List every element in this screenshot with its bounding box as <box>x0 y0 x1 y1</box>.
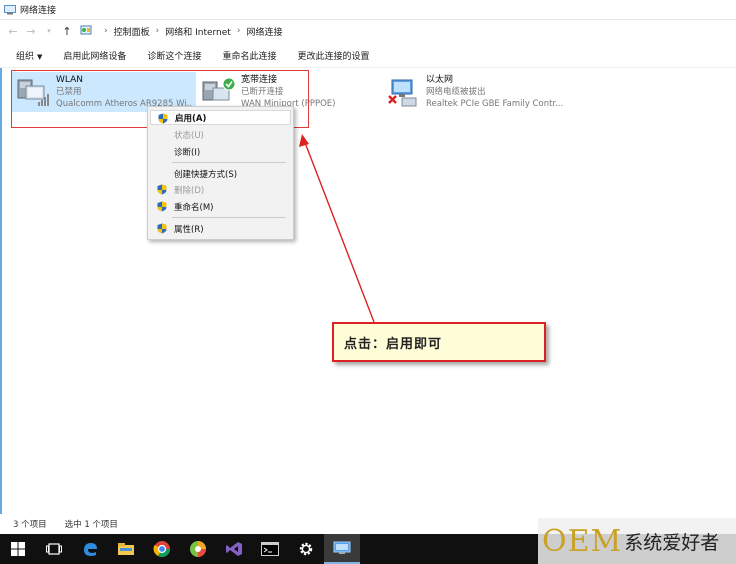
uac-shield-icon <box>158 113 168 124</box>
connection-device: Realtek PCIe GBE Family Contr... <box>426 99 564 109</box>
menu-item-label: 诊断(I) <box>174 147 201 158</box>
diagnose-connection-button[interactable]: 诊断这个连接 <box>147 49 201 62</box>
organize-label: 组织 <box>16 52 35 62</box>
taskbar-cmd-button[interactable] <box>252 534 288 564</box>
selected-count: 选中 1 个项目 <box>64 520 118 530</box>
dropdown-arrow-icon[interactable]: ▾ <box>42 27 56 35</box>
breadcrumb-network-connections[interactable]: 网络连接 <box>246 25 282 38</box>
command-bar: 组织 ▼ 启用此网络设备 诊断这个连接 重命名此连接 更改此连接的设置 <box>0 44 736 68</box>
uac-shield-icon <box>157 201 167 212</box>
menu-item-rename[interactable]: 重命名(M) <box>150 199 291 214</box>
taskbar-chrome-button[interactable] <box>144 534 180 564</box>
uac-shield-icon <box>157 184 167 195</box>
menu-item-label: 状态(U) <box>174 130 204 141</box>
menu-item-properties[interactable]: 属性(R) <box>150 221 291 236</box>
menu-item-delete[interactable]: 删除(D) <box>150 182 291 197</box>
connection-ethernet[interactable]: 以太网 网络电缆被拔出 Realtek PCIe GBE Family Cont… <box>382 72 582 112</box>
taskbar-visual-studio-button[interactable] <box>216 534 252 564</box>
visual-studio-icon <box>226 542 242 556</box>
windows-logo-icon <box>11 542 25 556</box>
callout-text: 点击：启用即可 <box>344 336 443 352</box>
menu-item-label: 重命名(M) <box>174 202 214 213</box>
gear-icon <box>299 542 313 556</box>
colorful-browser-icon <box>190 541 206 557</box>
context-menu: 启用(A) 状态(U) 诊断(I) 创建快捷方式(S) 删除(D) 重命名(M) <box>147 106 294 240</box>
up-arrow-icon[interactable]: ↑ <box>60 25 74 38</box>
network-connections-icon <box>4 4 16 14</box>
task-view-icon <box>46 543 62 555</box>
window-edge <box>0 68 2 514</box>
rename-connection-button[interactable]: 重命名此连接 <box>222 49 276 62</box>
menu-item-enable[interactable]: 启用(A) <box>150 110 291 125</box>
menu-item-label: 删除(D) <box>174 185 205 196</box>
edge-browser-icon <box>84 543 97 556</box>
breadcrumb-separator-icon: › <box>155 26 160 36</box>
connection-name: 以太网 <box>426 75 454 85</box>
menu-item-create-shortcut[interactable]: 创建快捷方式(S) <box>150 166 291 181</box>
chrome-browser-icon <box>153 541 171 558</box>
chevron-down-icon: ▼ <box>37 53 43 61</box>
watermark-text: 系统爱好者 <box>624 531 720 554</box>
window-title: 网络连接 <box>20 6 57 16</box>
menu-item-status[interactable]: 状态(U) <box>150 127 291 142</box>
menu-separator <box>172 162 286 163</box>
title-bar: 网络连接 <box>0 0 736 20</box>
menu-item-label: 属性(R) <box>174 224 204 235</box>
file-explorer-icon <box>118 543 134 555</box>
breadcrumb-separator-icon: › <box>104 26 108 36</box>
command-prompt-icon <box>261 542 279 556</box>
breadcrumb-control-panel[interactable]: 控制面板 <box>114 25 150 38</box>
taskbar-settings-button[interactable] <box>288 534 324 564</box>
enable-device-button[interactable]: 启用此网络设备 <box>63 49 126 62</box>
taskbar-edge-button[interactable] <box>72 534 108 564</box>
uac-shield-icon <box>157 223 167 234</box>
menu-item-label: 创建快捷方式(S) <box>174 169 238 180</box>
change-settings-button[interactable]: 更改此连接的设置 <box>297 49 369 62</box>
breadcrumb: › 控制面板 › 网络和 Internet › 网络连接 <box>80 25 282 38</box>
breadcrumb-network-internet[interactable]: 网络和 Internet <box>165 25 231 38</box>
menu-separator <box>172 217 286 218</box>
task-view-button[interactable] <box>36 534 72 564</box>
item-count: 3 个项目 <box>13 520 47 530</box>
connection-status: 网络电缆被拔出 <box>426 87 486 97</box>
instruction-callout: 点击：启用即可 <box>332 322 546 362</box>
start-button[interactable] <box>0 534 36 564</box>
taskbar-network-connections-button[interactable] <box>324 534 360 564</box>
menu-item-diagnose[interactable]: 诊断(I) <box>150 144 291 159</box>
breadcrumb-separator-icon: › <box>236 26 241 36</box>
taskbar-explorer-button[interactable] <box>108 534 144 564</box>
taskbar-360-browser-button[interactable] <box>180 534 216 564</box>
forward-arrow-icon[interactable]: → <box>24 25 38 38</box>
network-connections-icon <box>333 541 351 554</box>
control-panel-icon <box>80 25 92 35</box>
ethernet-adapter-icon <box>388 79 417 107</box>
address-bar: ← → ▾ ↑ › 控制面板 › 网络和 Internet › 网络连接 <box>0 20 736 42</box>
menu-item-label: 启用(A) <box>175 113 207 124</box>
watermark: OEM 系统爱好者 <box>538 518 736 564</box>
back-arrow-icon[interactable]: ← <box>6 25 20 38</box>
watermark-brand: OEM <box>542 523 623 559</box>
organize-button[interactable]: 组织 ▼ <box>16 49 42 62</box>
